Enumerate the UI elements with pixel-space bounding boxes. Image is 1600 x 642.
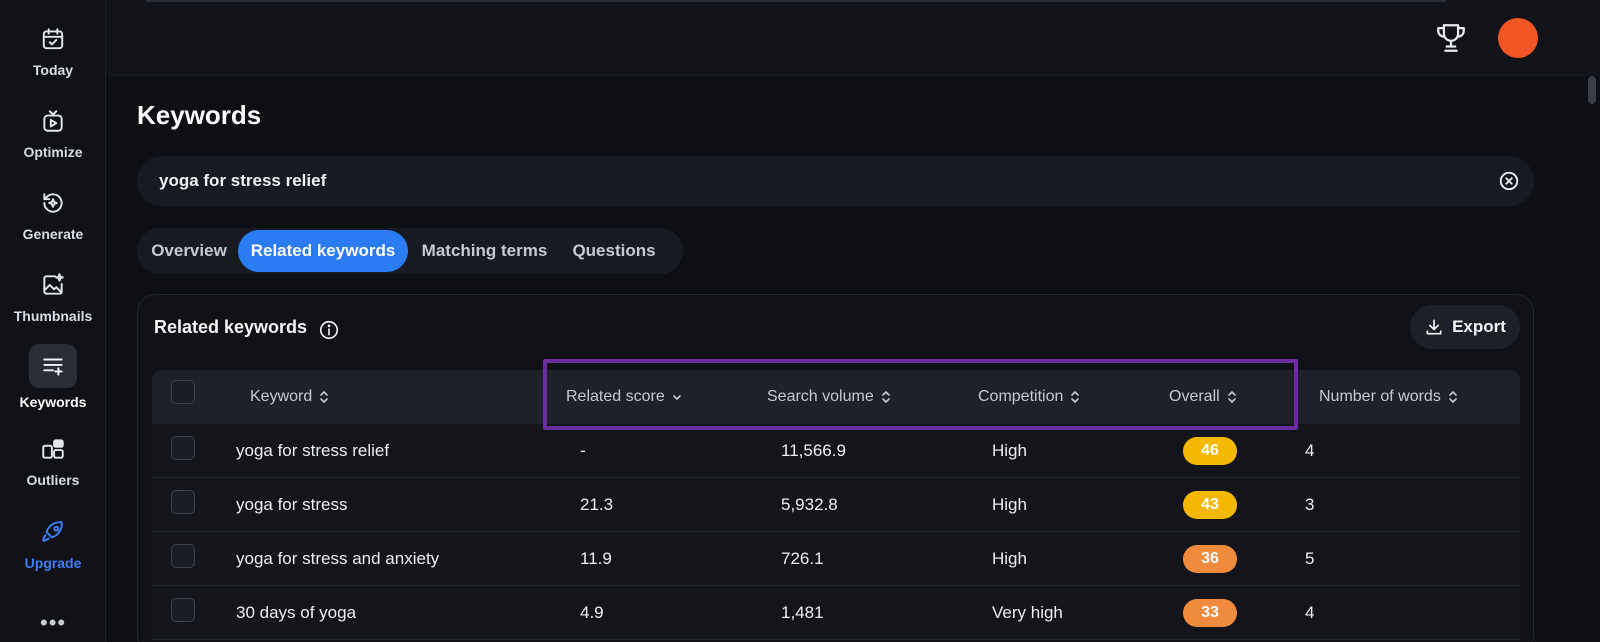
scrollbar[interactable] <box>1588 76 1596 642</box>
column-label: Keyword <box>250 388 313 405</box>
sidebar-item-today[interactable]: Today <box>0 0 106 80</box>
sort-icon <box>881 390 890 403</box>
cell-keyword: yoga for stress <box>236 495 348 514</box>
cell-search-volume: 11,566.9 <box>781 441 846 460</box>
sidebar-item-label: Outliers <box>26 472 80 488</box>
sidebar-item-label: Thumbnails <box>13 308 93 324</box>
image-sparkle-icon <box>43 273 64 295</box>
sort-icon <box>320 390 329 403</box>
row-checkbox[interactable] <box>171 544 195 568</box>
keywords-table: Keyword Related score Search volume Comp… <box>152 370 1520 640</box>
sidebar-item-generate[interactable]: Generate <box>0 164 106 244</box>
grid-chart-icon <box>42 439 64 459</box>
sidebar-item-outliers[interactable]: Outliers <box>0 410 106 490</box>
overall-score-badge: 43 <box>1183 491 1237 519</box>
column-label: Search volume <box>767 388 874 405</box>
table-row[interactable]: yoga for stress and anxiety 11.9 726.1 H… <box>152 532 1520 586</box>
sidebar-item-upgrade[interactable]: Upgrade <box>0 493 106 573</box>
column-header-related-score[interactable]: Related score <box>566 370 683 424</box>
export-button[interactable]: Export <box>1410 305 1520 349</box>
column-header-search-volume[interactable]: Search volume <box>767 370 892 424</box>
cell-search-volume: 1,481 <box>781 603 824 622</box>
video-play-icon <box>43 110 63 132</box>
sidebar-item-optimize[interactable]: Optimize <box>0 82 106 162</box>
sidebar-item-label: Optimize <box>23 144 83 160</box>
cell-competition: High <box>992 549 1027 568</box>
export-label: Export <box>1452 317 1506 336</box>
active-indicator <box>29 344 77 388</box>
column-label: Competition <box>978 388 1064 405</box>
cell-keyword: yoga for stress relief <box>236 441 390 460</box>
cell-search-volume: 726.1 <box>781 549 824 568</box>
column-label: Overall <box>1169 388 1220 405</box>
sidebar-item-thumbnails[interactable]: Thumbnails <box>0 246 106 326</box>
cell-keyword: yoga for stress and anxiety <box>236 549 440 568</box>
related-keywords-card: Related keywords Export Keyword Related … <box>137 294 1534 642</box>
row-checkbox[interactable] <box>171 490 195 514</box>
sort-icon <box>1227 390 1236 403</box>
cell-related-score: 11.9 <box>580 549 612 568</box>
cell-related-score: - <box>580 441 586 460</box>
list-add-icon <box>43 358 63 376</box>
download-icon <box>1426 319 1442 335</box>
top-divider <box>146 0 1446 2</box>
table-header: Keyword Related score Search volume Comp… <box>152 370 1520 424</box>
tab-bar: Overview Related keywords Matching terms… <box>137 228 683 274</box>
sidebar: Today Optimize Generate Thumbnails Keywo… <box>0 0 106 642</box>
avatar[interactable] <box>1498 18 1538 58</box>
cell-related-score: 21.3 <box>580 495 614 514</box>
overall-score-badge: 33 <box>1183 599 1237 627</box>
chevron-down-icon <box>672 394 681 400</box>
column-header-number-of-words[interactable]: Number of words <box>1319 370 1459 424</box>
sparkle-refresh-icon <box>43 193 63 213</box>
page-title: Keywords <box>137 100 262 130</box>
column-label: Number of words <box>1319 388 1441 405</box>
sort-icon <box>1071 390 1080 403</box>
rocket-icon <box>42 521 63 542</box>
cell-competition: High <box>992 441 1027 460</box>
search-bar <box>137 156 1534 206</box>
more-menu-button[interactable]: ••• <box>40 610 66 636</box>
card-title: Related keywords <box>154 317 308 337</box>
cell-number-of-words: 4 <box>1305 603 1315 622</box>
table-row[interactable]: yoga for stress 21.3 5,932.8 High 43 3 <box>152 478 1520 532</box>
column-header-keyword[interactable]: Keyword <box>250 370 330 424</box>
scrollbar-thumb[interactable] <box>1588 76 1596 104</box>
top-bar <box>106 0 1600 76</box>
sidebar-item-label: Generate <box>22 226 84 242</box>
clear-search-icon[interactable] <box>1498 170 1520 192</box>
overall-score-badge: 36 <box>1183 545 1237 573</box>
cell-competition: Very high <box>992 603 1063 622</box>
cell-keyword: 30 days of yoga <box>236 603 357 622</box>
tab-overview[interactable]: Overview <box>139 230 239 272</box>
select-all-checkbox[interactable] <box>171 380 195 404</box>
sidebar-item-label: Keywords <box>19 394 87 410</box>
tab-related-keywords[interactable]: Related keywords <box>238 230 408 272</box>
cell-number-of-words: 5 <box>1305 549 1315 568</box>
trophy-icon[interactable] <box>1434 20 1468 56</box>
sort-icon <box>1449 390 1457 403</box>
column-label: Related score <box>566 388 665 405</box>
column-header-overall[interactable]: Overall <box>1169 370 1238 424</box>
table-row[interactable]: 30 days of yoga 4.9 1,481 Very high 33 4 <box>152 586 1520 640</box>
search-input[interactable] <box>159 156 1459 206</box>
sidebar-item-keywords[interactable]: Keywords <box>0 330 106 410</box>
tab-questions[interactable]: Questions <box>561 230 667 272</box>
info-icon[interactable] <box>318 319 340 341</box>
cell-search-volume: 5,932.8 <box>781 495 838 514</box>
calendar-check-icon <box>42 28 64 50</box>
table-row[interactable]: yoga for stress relief - 11,566.9 High 4… <box>152 424 1520 478</box>
cell-number-of-words: 4 <box>1305 441 1315 460</box>
sidebar-item-label: Upgrade <box>24 555 82 571</box>
cell-related-score: 4.9 <box>580 603 604 622</box>
cell-number-of-words: 3 <box>1305 495 1315 514</box>
cell-competition: High <box>992 495 1027 514</box>
column-header-competition[interactable]: Competition <box>978 370 1081 424</box>
overall-score-badge: 46 <box>1183 437 1237 465</box>
row-checkbox[interactable] <box>171 598 195 622</box>
row-checkbox[interactable] <box>171 436 195 460</box>
sidebar-item-label: Today <box>32 62 74 78</box>
tab-matching-terms[interactable]: Matching terms <box>412 230 557 272</box>
